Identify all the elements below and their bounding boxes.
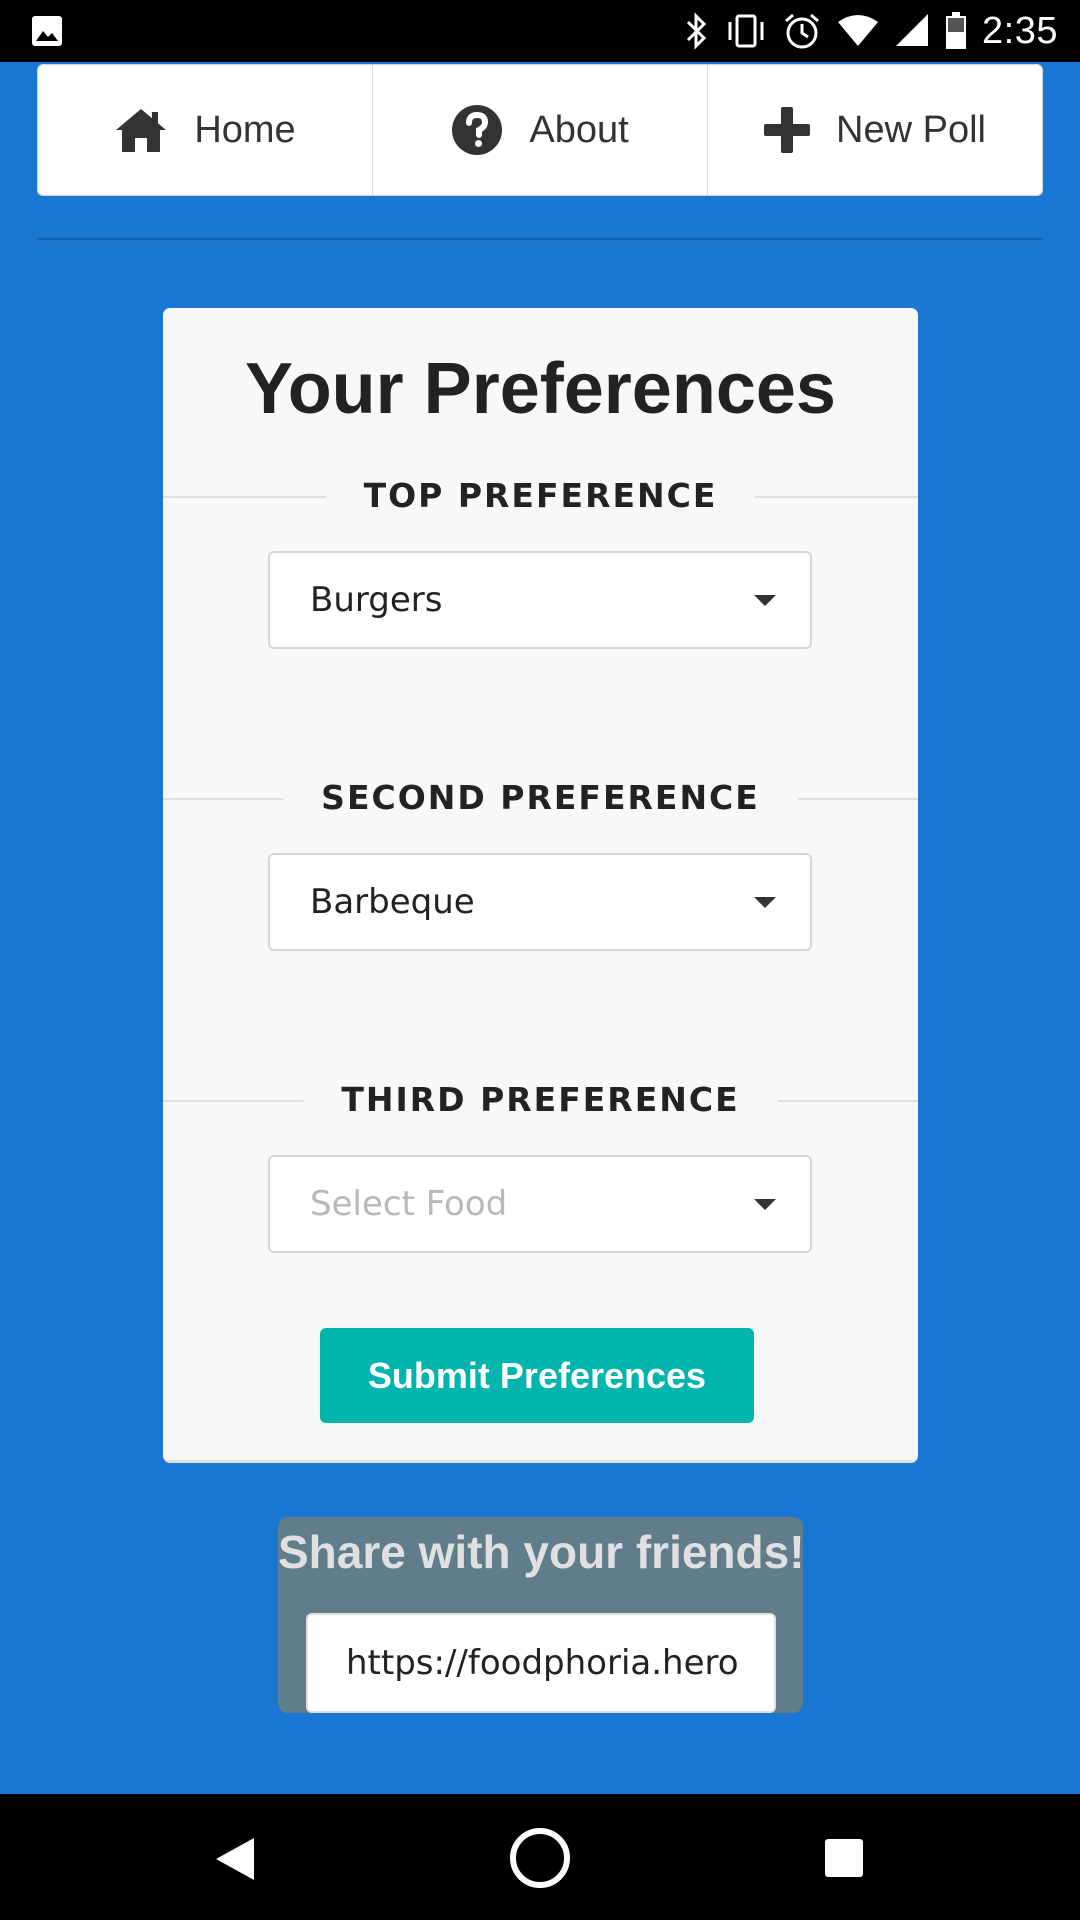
wifi-icon [836, 12, 880, 50]
alarm-icon [782, 11, 822, 51]
second-preference-label: SECOND PREFERENCE [283, 778, 798, 818]
share-url-text: https://foodphoria.herok [346, 1643, 759, 1683]
chevron-down-icon [754, 897, 776, 908]
share-url-input[interactable]: https://foodphoria.herok [306, 1613, 776, 1713]
recents-icon[interactable] [824, 1838, 864, 1878]
nav-home[interactable]: Home [38, 65, 373, 195]
second-preference-divider: SECOND PREFERENCE [163, 778, 918, 818]
second-preference-select[interactable]: Barbeque [268, 853, 812, 951]
bluetooth-icon [684, 12, 710, 50]
nav-about[interactable]: About [373, 65, 708, 195]
page-title: Your Preferences [245, 349, 836, 429]
back-icon[interactable] [214, 1836, 256, 1882]
preferences-card: Your Preferences TOP PREFERENCE Burgers … [163, 308, 918, 1463]
status-time: 2:35 [982, 9, 1058, 52]
top-preference-label: TOP PREFERENCE [325, 476, 756, 516]
plus-icon [764, 107, 811, 153]
home-icon [116, 109, 167, 152]
third-preference-placeholder: Select Food [310, 1184, 508, 1224]
share-box: Share with your friends! https://foodpho… [278, 1517, 805, 1713]
nav-about-label: About [529, 108, 629, 151]
nav-new-poll[interactable]: New Poll [708, 65, 1042, 195]
chevron-down-icon [754, 1199, 776, 1210]
image-icon [32, 16, 62, 46]
submit-preferences-button[interactable]: Submit Preferences [320, 1328, 754, 1423]
third-preference-label: THIRD PREFERENCE [303, 1080, 778, 1120]
top-preference-select[interactable]: Burgers [268, 551, 812, 649]
nav-new-poll-label: New Poll [836, 108, 986, 151]
home-circle-icon[interactable] [508, 1826, 572, 1890]
top-nav-menu: Home About New Poll [37, 64, 1043, 196]
section-divider [37, 238, 1043, 241]
second-preference-value: Barbeque [310, 882, 475, 922]
share-title: Share with your friends! [278, 1526, 805, 1578]
third-preference-select[interactable]: Select Food [268, 1155, 812, 1253]
chevron-down-icon [754, 595, 776, 606]
question-circle-icon [452, 105, 503, 155]
battery-icon [944, 11, 968, 51]
vibrate-icon [724, 12, 768, 50]
top-preference-value: Burgers [310, 580, 443, 620]
signal-icon [894, 12, 930, 50]
third-preference-divider: THIRD PREFERENCE [163, 1080, 918, 1120]
status-bar: 2:35 [0, 0, 1080, 62]
android-nav-bar [0, 1794, 1080, 1920]
top-preference-divider: TOP PREFERENCE [163, 476, 918, 516]
nav-home-label: Home [194, 108, 296, 151]
